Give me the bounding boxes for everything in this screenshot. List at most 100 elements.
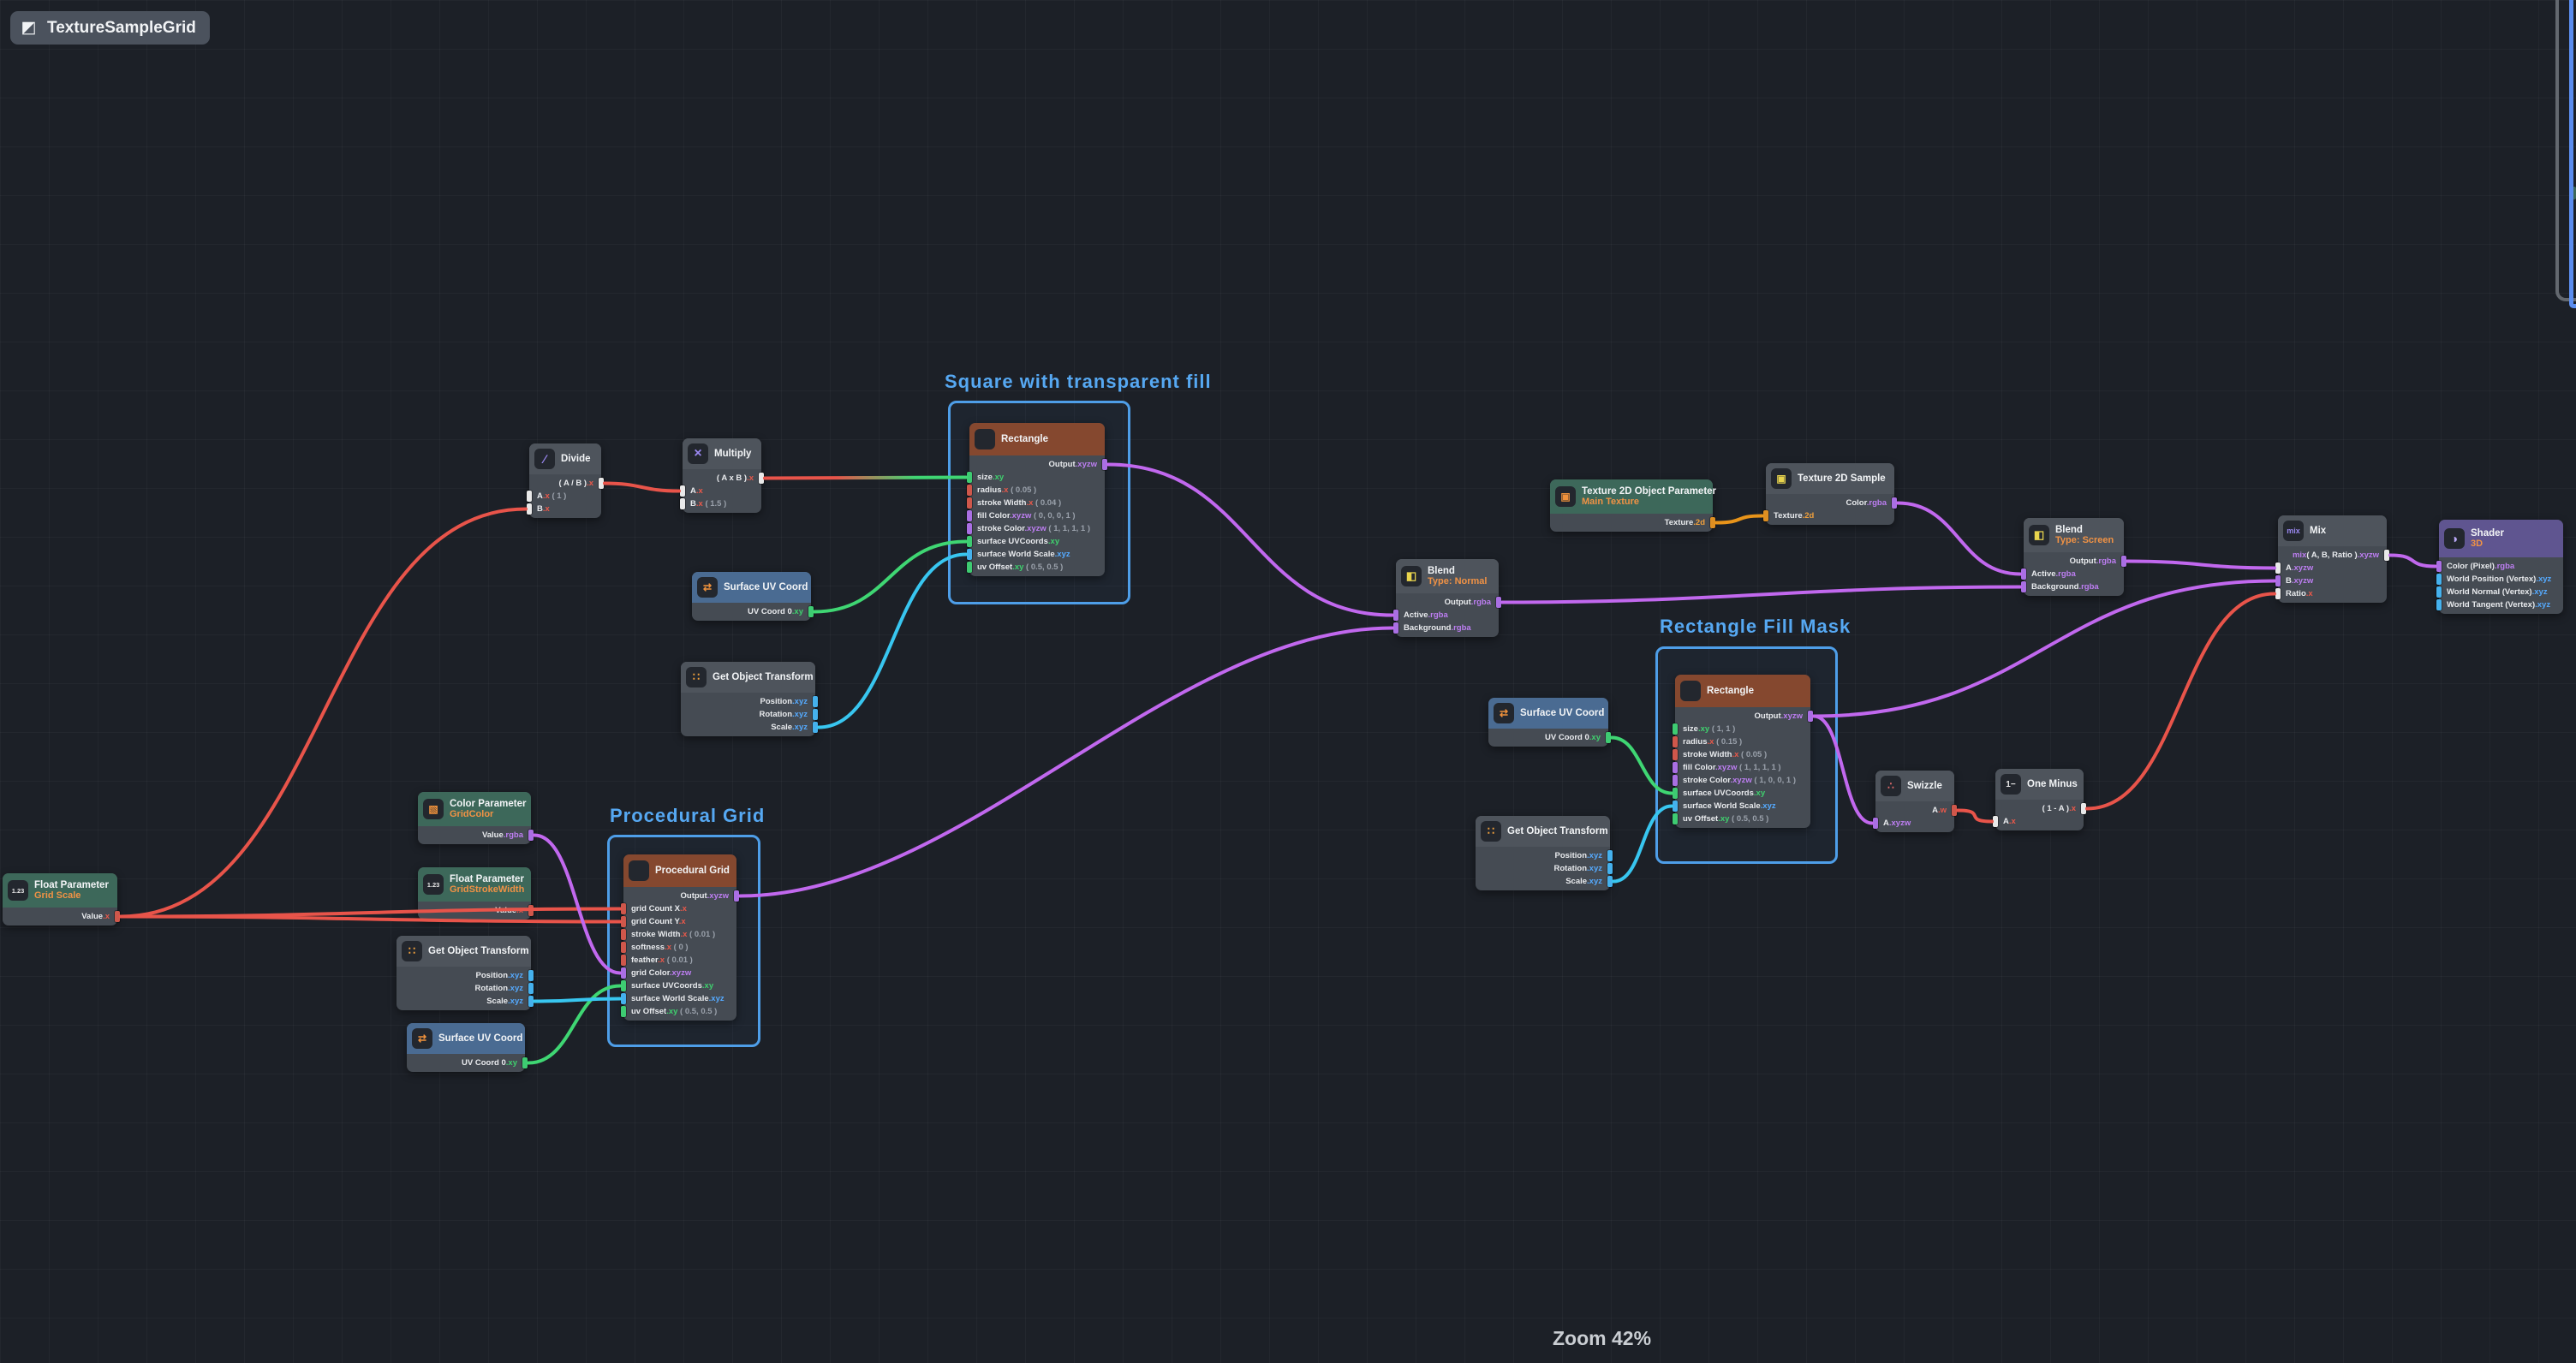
output-port[interactable] [734,890,739,902]
output-port[interactable] [599,478,604,489]
input-port[interactable] [967,510,972,521]
input-port[interactable] [621,929,626,940]
get-object-transform-node[interactable]: ∷Get Object TransformPosition.xyzRotatio… [1476,816,1610,890]
input-port[interactable] [2436,599,2442,610]
output-port[interactable] [1606,732,1611,743]
float-parameter-grid-scale-node[interactable]: 1.23Float ParameterGrid ScaleValue.x [3,873,117,926]
wire[interactable] [814,542,966,612]
input-port[interactable] [1673,749,1678,760]
input-port[interactable] [967,485,972,496]
divide-node[interactable]: ∕Divide( A / B ).xA.x ( 1 )B.x [529,443,601,518]
input-port[interactable] [621,903,626,914]
output-port[interactable] [528,970,534,981]
input-port[interactable] [967,536,972,547]
input-port[interactable] [621,993,626,1004]
swizzle-node[interactable]: ∴SwizzleA.wA.xyzw [1875,771,1954,832]
wire[interactable] [605,484,679,491]
one-minus-node[interactable]: 1−One Minus( 1 - A ).xA.x [1995,769,2084,830]
output-port[interactable] [2384,550,2389,561]
output-port[interactable] [1607,876,1613,887]
wire[interactable] [1502,587,2020,603]
output-port[interactable] [528,830,534,841]
input-port[interactable] [1673,736,1678,747]
blend-screen-node[interactable]: ◧BlendType: ScreenOutput.rgbaActive.rgba… [2024,518,2124,596]
output-port[interactable] [759,473,764,484]
input-port[interactable] [2436,586,2442,598]
rectangle-fill-mask-group-label[interactable]: Rectangle Fill Mask [1660,616,1851,638]
input-port[interactable] [967,562,972,573]
wire[interactable] [819,555,966,728]
input-port[interactable] [2275,588,2281,599]
wire[interactable] [765,478,966,479]
wire[interactable] [528,986,620,1063]
output-port[interactable] [813,722,818,733]
color-parameter-grid-color-node[interactable]: ▧Color ParameterGridColorValue.rgba [418,792,531,844]
wire[interactable] [1716,516,1762,523]
input-port[interactable] [1673,775,1678,786]
input-port[interactable] [621,967,626,979]
surface-uv-coord-node[interactable]: ⇄Surface UV CoordUV Coord 0.xy [692,572,811,621]
input-port[interactable] [967,497,972,509]
output-port[interactable] [1710,517,1715,528]
texture-2d-sample-node[interactable]: ▣Texture 2D SampleColor.rgbaTexture.2d [1766,463,1894,525]
input-port[interactable] [1673,813,1678,824]
surface-uv-coord-node[interactable]: ⇄Surface UV CoordUV Coord 0.xy [1488,698,1608,747]
input-port[interactable] [680,498,685,509]
input-port[interactable] [2275,562,2281,574]
procedural-grid-group-label[interactable]: Procedural Grid [610,805,765,827]
output-port[interactable] [528,905,534,916]
input-port[interactable] [1673,801,1678,812]
input-port[interactable] [1673,723,1678,735]
input-port[interactable] [2436,574,2442,585]
input-port[interactable] [1393,610,1398,621]
wire[interactable] [1814,581,2275,717]
wire[interactable] [121,909,620,917]
input-port[interactable] [1763,510,1768,521]
input-port[interactable] [527,491,532,502]
input-port[interactable] [2021,568,2026,580]
get-object-transform-node[interactable]: ∷Get Object TransformPosition.xyzRotatio… [397,936,531,1010]
procedural-grid-node[interactable]: Procedural GridOutput.xyzwgrid Count X.x… [623,854,736,1021]
output-port[interactable] [2081,803,2086,814]
wire[interactable] [121,509,526,917]
blend-normal-node[interactable]: ◧BlendType: NormalOutput.rgbaActive.rgba… [1396,559,1499,637]
output-port[interactable] [1607,850,1613,861]
input-port[interactable] [621,980,626,991]
input-port[interactable] [621,1006,626,1017]
input-port[interactable] [1673,762,1678,773]
input-port[interactable] [621,955,626,966]
output-port[interactable] [522,1057,528,1068]
output-port[interactable] [115,911,120,922]
texture-2d-object-parameter-node[interactable]: ▣Texture 2D Object ParameterMain Texture… [1550,479,1713,532]
input-port[interactable] [967,549,972,560]
input-port[interactable] [1673,788,1678,799]
input-port[interactable] [2021,581,2026,592]
output-port[interactable] [528,983,534,994]
input-port[interactable] [1993,816,1998,827]
graph-canvas[interactable]: Square with transparent fillProcedural G… [0,0,2576,1363]
input-port[interactable] [1393,622,1398,634]
output-port[interactable] [813,696,818,707]
output-port[interactable] [1952,805,1957,816]
output-port[interactable] [1496,597,1501,608]
wire[interactable] [2087,594,2275,809]
wire[interactable] [1958,811,1992,822]
wire[interactable] [121,917,620,922]
wire[interactable] [1108,465,1392,616]
surface-uv-coord-node[interactable]: ⇄Surface UV CoordUV Coord 0.xy [407,1023,525,1072]
shader-3d-node[interactable]: ◑Shader3DColor (Pixel).rgbaWorld Positio… [2439,520,2563,614]
input-port[interactable] [967,523,972,534]
input-port[interactable] [621,916,626,927]
output-port[interactable] [528,996,534,1007]
input-port[interactable] [967,472,972,483]
graph-title-button[interactable]: ◩ TextureSampleGrid [10,11,210,45]
output-port[interactable] [1808,711,1813,722]
output-port[interactable] [1607,863,1613,874]
rectangle-node[interactable]: RectangleOutput.xyzwsize.xy ( 1, 1 )radi… [1675,675,1810,828]
wire[interactable] [2127,562,2275,568]
input-port[interactable] [1873,818,1878,829]
input-port[interactable] [621,942,626,953]
input-port[interactable] [680,485,685,497]
rectangle-node[interactable]: RectangleOutput.xyzwsize.xyradius.x ( 0.… [969,423,1105,576]
output-port[interactable] [1892,497,1897,509]
